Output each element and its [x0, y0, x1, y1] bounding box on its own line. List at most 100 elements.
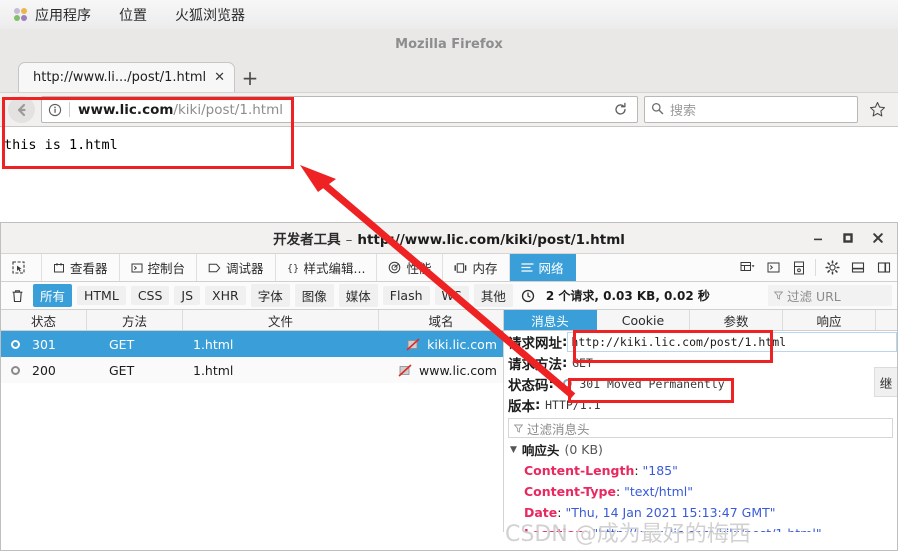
tab-response[interactable]: 响应	[783, 310, 876, 330]
picker-icon	[12, 261, 25, 274]
toolbar-divider	[815, 259, 816, 276]
column-header-file[interactable]: 文件	[183, 310, 379, 330]
url-path: /kiki/post/1.html	[173, 101, 283, 118]
request-url-row: 请求网址: http://kiki.lic.com/post/1.html	[504, 331, 897, 352]
network-panel: 状态 方法 文件 域名 301 GET 1.html kiki.lic.com …	[1, 310, 897, 532]
header-filter-placeholder: 过滤消息头	[527, 421, 590, 437]
chevron-down-icon[interactable]: ▼	[510, 445, 517, 455]
status-indicator-icon	[11, 339, 20, 349]
version-label: 版本	[508, 398, 535, 415]
panel-item-applications[interactable]: 应用程序	[0, 0, 105, 29]
filter-chip-js[interactable]: JS	[174, 286, 201, 305]
header-value: "text/html"	[624, 484, 694, 499]
panel-item-firefox-label: 火狐浏览器	[175, 7, 245, 24]
url-filter-placeholder: 过滤 URL	[787, 289, 841, 304]
filter-chip-html[interactable]: HTML	[77, 286, 126, 305]
dock-side-icon[interactable]	[871, 254, 897, 281]
table-row[interactable]: 301 GET 1.html kiki.lic.com	[1, 331, 503, 357]
network-filter-bar: 所有 HTML CSS JS XHR 字体 图像 媒体 Flash WS 其他 …	[1, 282, 897, 310]
url-filter-input[interactable]: 过滤 URL	[768, 285, 892, 306]
tool-memory-label: 内存	[472, 261, 498, 276]
search-bar[interactable]: 搜索	[644, 96, 858, 123]
tool-console[interactable]: 控制台	[120, 254, 198, 281]
column-header-domain[interactable]: 域名	[379, 310, 503, 330]
info-circle-icon[interactable]	[46, 101, 63, 118]
table-row[interactable]: 200 GET 1.html www.lic.com	[1, 357, 503, 383]
star-icon[interactable]	[864, 97, 890, 123]
close-icon[interactable]	[871, 231, 885, 245]
row-method-cell: GET	[109, 362, 135, 378]
browser-tab[interactable]: http://www.li.../post/1.html ✕	[18, 62, 236, 92]
row-status-cell: 200	[1, 363, 87, 378]
network-detail-pane: 消息头 Cookie 参数 响应 请求网址: http://kiki.lic.c…	[504, 310, 897, 532]
screenshot-icon[interactable]	[786, 254, 812, 281]
network-summary: 2 个请求, 0.03 KB, 0.02 秒	[545, 289, 710, 303]
tool-memory[interactable]: 内存	[443, 254, 510, 281]
tool-network[interactable]: 网络	[509, 254, 576, 281]
panel-item-applications-label: 应用程序	[35, 7, 91, 24]
column-header-status[interactable]: 状态	[1, 310, 87, 330]
dock-bottom-icon[interactable]	[845, 254, 871, 281]
row-file-cell: 1.html	[193, 362, 234, 378]
tool-style-editor[interactable]: {} 样式编辑...	[276, 254, 378, 281]
continue-button[interactable]: 继	[874, 367, 897, 397]
performance-icon	[388, 261, 401, 274]
back-arrow-icon[interactable]	[8, 96, 35, 123]
row-domain-cell: kiki.lic.com	[379, 337, 503, 352]
tool-network-label: 网络	[538, 261, 564, 276]
row-domain-text: kiki.lic.com	[427, 336, 497, 352]
row-status-text: 200	[32, 362, 56, 378]
header-name: Content-Length	[524, 463, 635, 478]
filter-chip-ws[interactable]: WS	[434, 286, 469, 305]
tool-inspector[interactable]: 查看器	[42, 254, 120, 281]
network-request-list: 状态 方法 文件 域名 301 GET 1.html kiki.lic.com …	[1, 310, 504, 532]
filter-chip-xhr[interactable]: XHR	[205, 286, 246, 305]
clock-icon[interactable]	[518, 289, 538, 303]
row-domain-cell: www.lic.com	[379, 363, 503, 378]
header-name: Content-Type	[524, 484, 616, 499]
status-code-value: 301 Moved Permanently	[579, 376, 725, 391]
filter-chip-images[interactable]: 图像	[294, 284, 334, 307]
tab-params[interactable]: 参数	[690, 310, 783, 330]
header-row: Location: "http://www.lic.com/kiki/post/…	[504, 523, 897, 532]
header-name: Location	[524, 526, 584, 532]
responsive-design-icon[interactable]	[734, 254, 760, 281]
search-icon	[651, 100, 664, 119]
panel-item-places[interactable]: 位置	[105, 0, 161, 29]
header-row: Content-Type: "text/html"	[524, 484, 694, 499]
filter-chip-font[interactable]: 字体	[250, 284, 290, 307]
response-headers-section[interactable]: ▼ 响应头 (0 KB)	[504, 439, 897, 460]
devtools-title-separator: –	[345, 232, 353, 248]
reload-icon[interactable]	[607, 102, 633, 117]
filter-chip-css[interactable]: CSS	[130, 286, 170, 305]
column-header-method[interactable]: 方法	[87, 310, 183, 330]
tab-headers[interactable]: 消息头	[504, 310, 597, 330]
panel-item-firefox[interactable]: 火狐浏览器	[161, 0, 259, 29]
search-placeholder: 搜索	[670, 104, 697, 119]
trash-icon[interactable]	[6, 289, 28, 303]
new-tab-button[interactable]: +	[235, 63, 265, 92]
console-icon	[131, 262, 143, 274]
header-filter-input[interactable]: 过滤消息头	[508, 418, 893, 438]
filter-chip-media[interactable]: 媒体	[338, 284, 378, 307]
version-value: HTTP/1.1	[545, 397, 601, 412]
gear-icon[interactable]	[819, 254, 845, 281]
tab-cookies[interactable]: Cookie	[597, 310, 690, 330]
url-bar[interactable]: www.lic.com/kiki/post/1.html	[41, 96, 638, 123]
tool-debugger[interactable]: 调试器	[197, 254, 276, 281]
filter-chip-all[interactable]: 所有	[33, 284, 73, 307]
debugger-icon	[208, 262, 221, 274]
devtools-titlebar: 开发者工具 – http://www.lic.com/kiki/post/1.htm…	[1, 223, 897, 254]
tool-performance[interactable]: 性能	[377, 254, 444, 281]
tool-element-picker[interactable]	[1, 254, 42, 281]
filter-chip-flash[interactable]: Flash	[382, 286, 430, 305]
blocked-icon	[398, 363, 413, 377]
filter-chip-other[interactable]: 其他	[473, 284, 513, 307]
maximize-icon[interactable]	[841, 231, 855, 245]
close-icon[interactable]: ✕	[214, 71, 225, 84]
status-badge: 301 Moved Permanently	[563, 376, 725, 391]
minimize-icon[interactable]	[811, 231, 825, 245]
split-console-icon[interactable]	[760, 254, 786, 281]
header-value: "http://www.lic.com/kiki/post/1.html"	[592, 526, 821, 532]
request-url-input[interactable]: http://kiki.lic.com/post/1.html	[567, 331, 897, 352]
